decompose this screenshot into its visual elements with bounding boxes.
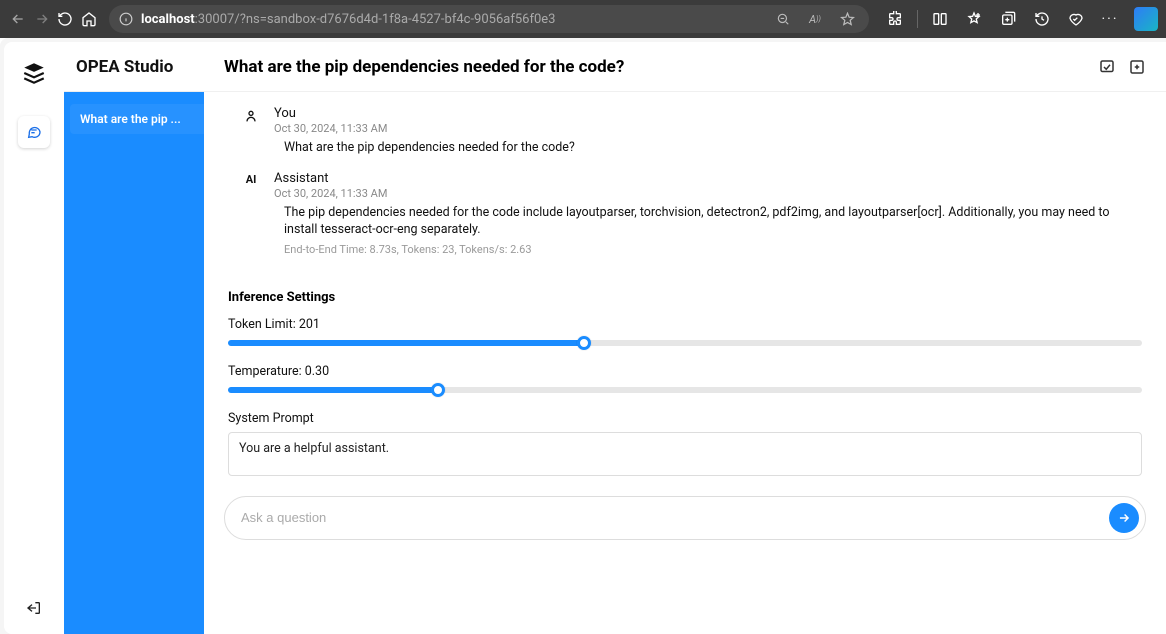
chat-input[interactable]	[241, 510, 1109, 525]
app-shell: OPEA Studio What are the pip ... What ar…	[0, 38, 1166, 634]
slider-thumb[interactable]	[431, 383, 445, 397]
collections-icon[interactable]	[992, 3, 1024, 35]
message-author: You	[274, 106, 1140, 121]
message-metrics: End-to-End Time: 8.73s, Tokens: 23, Toke…	[274, 243, 1140, 256]
send-button[interactable]	[1109, 503, 1139, 533]
token-limit-label: Token Limit: 201	[228, 317, 1142, 332]
favorites-icon[interactable]	[958, 3, 990, 35]
temperature-label: Temperature: 0.30	[228, 364, 1142, 379]
new-chat-icon[interactable]	[1128, 58, 1146, 76]
message-text: The pip dependencies needed for the code…	[274, 204, 1140, 239]
refresh-button[interactable]	[56, 3, 76, 35]
favorite-icon[interactable]	[835, 3, 859, 35]
browser-toolbar: localhost:30007/?ns=sandbox-d7676d4d-1f8…	[0, 0, 1166, 38]
message-text: What are the pip dependencies needed for…	[274, 139, 1140, 157]
conversations-icon[interactable]	[18, 116, 50, 148]
message-time: Oct 30, 2024, 11:33 AM	[274, 122, 1140, 135]
ai-avatar-icon: AI	[240, 171, 262, 256]
home-button[interactable]	[79, 3, 99, 35]
token-limit-slider[interactable]	[228, 340, 1142, 346]
message-user: You Oct 30, 2024, 11:33 AM What are the …	[240, 106, 1140, 157]
more-icon[interactable]: ···	[1094, 3, 1126, 35]
browser-essentials-icon[interactable]	[1060, 3, 1092, 35]
address-bar[interactable]: localhost:30007/?ns=sandbox-d7676d4d-1f8…	[109, 5, 869, 33]
read-aloud-icon[interactable]: A))	[803, 3, 827, 35]
app-title: OPEA Studio	[64, 42, 204, 92]
url-text: localhost:30007/?ns=sandbox-d7676d4d-1f8…	[141, 12, 556, 27]
composer	[204, 486, 1166, 558]
zoom-out-icon[interactable]	[771, 3, 795, 35]
message-author: Assistant	[274, 171, 1140, 186]
message-time: Oct 30, 2024, 11:33 AM	[274, 187, 1140, 200]
conversation-item[interactable]: What are the pip ...	[70, 104, 204, 134]
app-logo-icon	[21, 60, 47, 86]
chat-log: You Oct 30, 2024, 11:33 AM What are the …	[204, 92, 1166, 276]
settings-title: Inference Settings	[228, 290, 1142, 305]
forward-button[interactable]	[32, 3, 52, 35]
sidebar: OPEA Studio What are the pip ...	[64, 42, 204, 634]
nav-rail	[4, 42, 64, 634]
inference-settings: Inference Settings Token Limit: 201 Temp…	[204, 276, 1166, 486]
user-avatar-icon	[240, 106, 262, 157]
extensions-icon[interactable]	[879, 3, 911, 35]
split-screen-icon[interactable]	[924, 3, 956, 35]
main-panel: What are the pip dependencies needed for…	[204, 42, 1166, 634]
temperature-slider[interactable]	[228, 387, 1142, 393]
copilot-icon[interactable]	[1134, 7, 1158, 31]
info-icon[interactable]	[119, 12, 133, 26]
system-prompt-label: System Prompt	[228, 411, 1142, 426]
back-button[interactable]	[8, 3, 28, 35]
slider-thumb[interactable]	[577, 336, 591, 350]
main-header: What are the pip dependencies needed for…	[204, 42, 1166, 92]
history-icon[interactable]	[1026, 3, 1058, 35]
message-assistant: AI Assistant Oct 30, 2024, 11:33 AM The …	[240, 171, 1140, 256]
conversation-list: What are the pip ...	[64, 92, 204, 634]
system-prompt-input[interactable]: You are a helpful assistant.	[228, 432, 1142, 476]
share-icon[interactable]	[1098, 58, 1116, 76]
page-title: What are the pip dependencies needed for…	[224, 57, 624, 77]
logout-icon[interactable]	[18, 592, 50, 624]
